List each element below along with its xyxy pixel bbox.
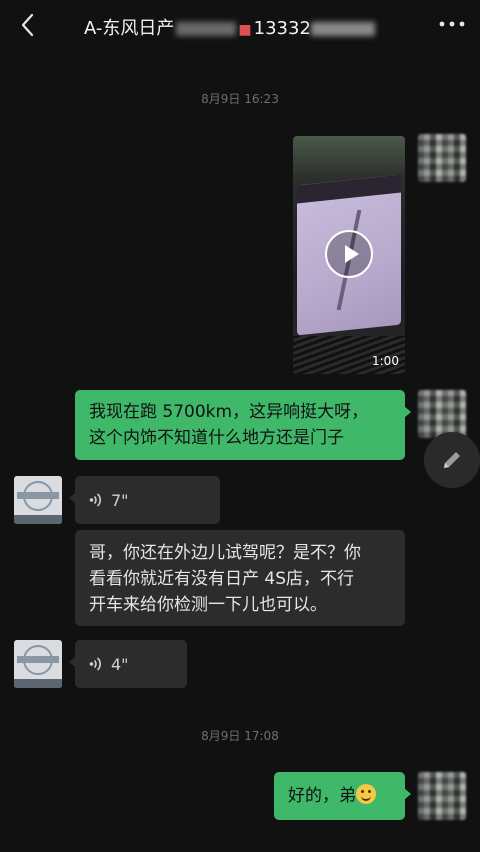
play-icon[interactable] (325, 230, 373, 278)
self-avatar[interactable] (418, 772, 466, 820)
voice-message[interactable]: 4" (69, 640, 187, 688)
video-duration: 1:00 (372, 354, 399, 368)
message-line: 这个内饰不知道什么地方还是门子 (89, 428, 344, 448)
message-timestamp: 8月9日 17:08 (201, 729, 279, 743)
car-emoji-icon: ■ (238, 22, 252, 38)
message-line: 哥，你还在外边儿试驾呢？是不？你 (89, 543, 361, 563)
redacted-number (310, 22, 375, 36)
chat-title: A-东风日产 ■ 13332 (84, 14, 375, 40)
voice-duration: 7" (111, 491, 129, 510)
sent-message-bubble[interactable]: 好的，弟 (274, 772, 411, 820)
pencil-icon (444, 452, 460, 468)
floating-edit-button[interactable] (424, 432, 480, 488)
smiling-face-icon (356, 784, 376, 804)
contact-avatar-nissan-logo[interactable] (14, 640, 62, 688)
message-timestamp: 8月9日 16:23 (201, 92, 279, 106)
voice-wave-icon (89, 493, 102, 507)
chat-title-number: 13332 (253, 18, 311, 39)
received-message-bubble[interactable]: 哥，你还在外边儿试驾呢？是不？你 看看你就近有没有日产 4S店，不行 开车来给你… (75, 530, 405, 626)
sent-message-bubble[interactable]: 我现在跑 5700km，这异响挺大呀， 这个内饰不知道什么地方还是门子 (75, 390, 411, 460)
redacted-name (176, 22, 237, 36)
chat-header: A-东风日产 ■ 13332 (0, 0, 480, 52)
message-line: 看看你就近有没有日产 4S店，不行 (89, 569, 355, 589)
message-line: 我现在跑 5700km，这异响挺大呀， (89, 402, 369, 422)
chat-title-prefix: A-东风日产 (84, 18, 175, 39)
self-avatar[interactable] (418, 390, 466, 438)
voice-message[interactable]: 7" (69, 476, 220, 524)
contact-avatar-nissan-logo[interactable] (14, 476, 62, 524)
voice-duration: 4" (111, 655, 129, 674)
message-text: 好的，弟 (288, 786, 356, 806)
self-avatar[interactable] (418, 134, 466, 182)
chevron-left-icon[interactable] (14, 10, 44, 40)
more-dots-icon[interactable] (438, 18, 466, 30)
message-line: 开车来给你检测一下儿也可以。 (89, 595, 327, 615)
voice-wave-icon (89, 657, 102, 671)
